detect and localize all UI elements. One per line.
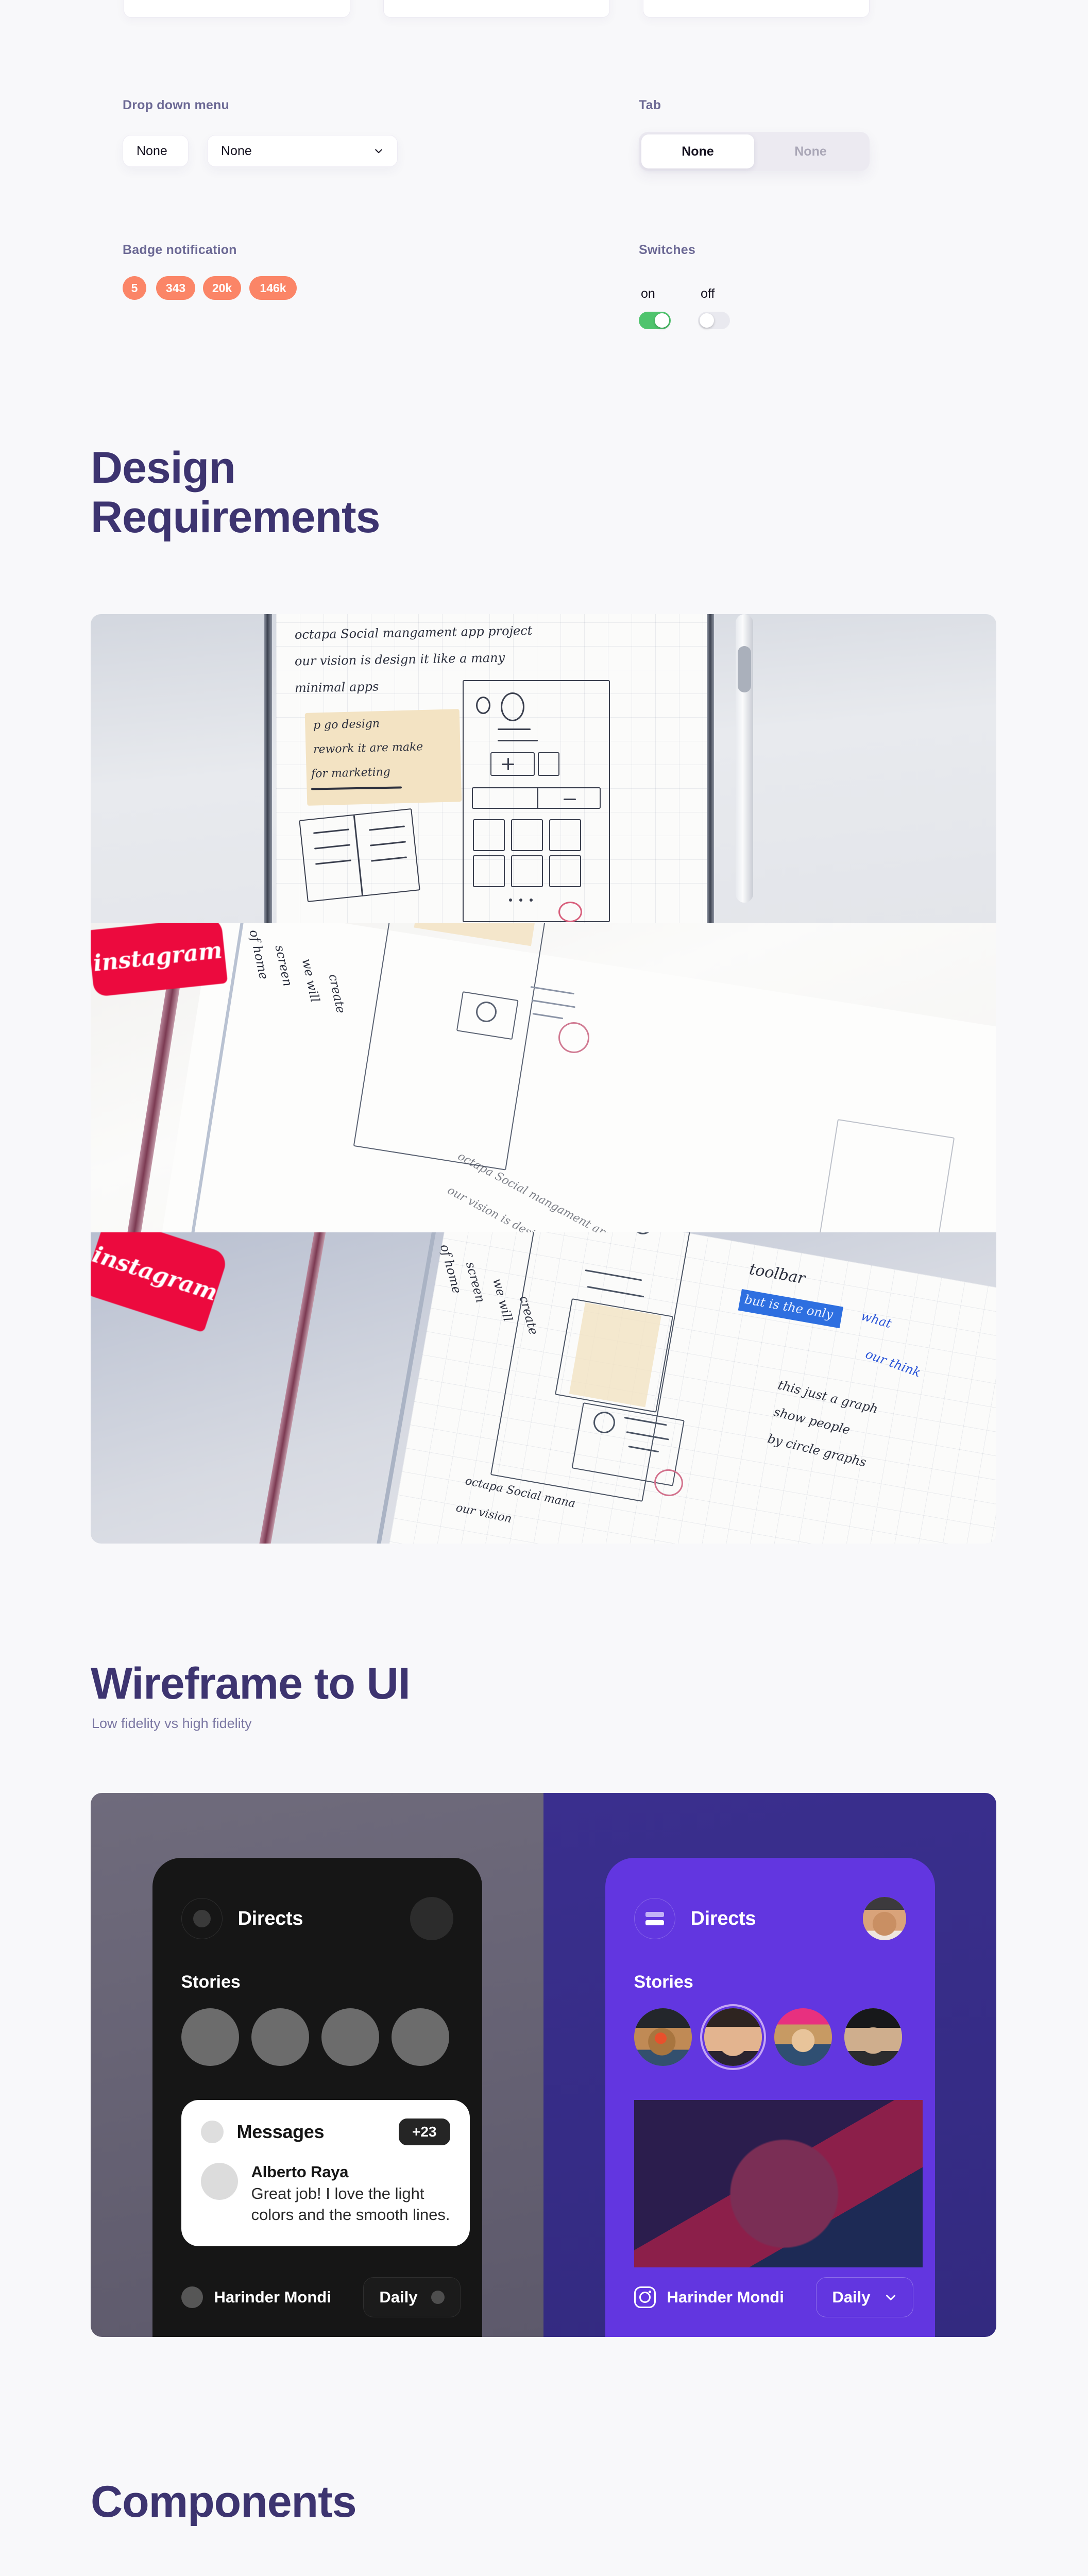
notebook-sketch-angle: of home screen we will create octapa Soc… <box>91 923 996 1232</box>
hifi-screen: Directs Stories Harinder Mondi Daily <box>605 1858 935 2337</box>
hifi-footer-selector[interactable]: Daily <box>816 2277 913 2317</box>
lofi-message-row[interactable]: Alberto Raya Great job! I love the light… <box>200 2163 450 2226</box>
lofi-header: Directs <box>181 1897 453 1940</box>
sticky-note-line: p go design <box>313 717 380 732</box>
dropdown-small[interactable]: None <box>123 135 189 167</box>
lofi-messages-header: Messages +23 <box>200 2119 450 2145</box>
wireframe-to-ui-showcase: Directs Stories Messages +23 Alberto Ray… <box>91 1793 996 2337</box>
story-item[interactable] <box>181 2008 239 2066</box>
dropdown-wide-value: None <box>221 143 252 158</box>
chat-bubble-icon <box>200 2121 224 2143</box>
hifi-stories-list <box>634 2008 914 2066</box>
lofi-message-sender: Alberto Raya <box>251 2163 349 2181</box>
hifi-footer-account: Harinder Mondi <box>667 2288 784 2306</box>
story-item[interactable] <box>634 2008 692 2066</box>
chevron-down-icon <box>375 149 382 154</box>
tab-option-2[interactable]: None <box>754 134 867 168</box>
lofi-screen: Directs Stories Messages +23 Alberto Ray… <box>152 1858 482 2337</box>
sticky-note-line: for marketing <box>311 765 391 781</box>
hifi-message-row[interactable]: Alberto Raya Great job! I love the light… <box>634 2100 923 2267</box>
badge-notification: 20k <box>203 276 241 300</box>
badge-value: 5 <box>131 281 138 295</box>
lofi-footer-selector-value: Daily <box>379 2288 418 2306</box>
lofi-stories-label: Stories <box>181 1972 241 1992</box>
lofi-messages-badge: +23 <box>399 2119 450 2145</box>
lofi-screen-panel: Directs Stories Messages +23 Alberto Ray… <box>91 1793 543 2337</box>
design-requirements-title: Design Requirements <box>91 443 380 543</box>
hamburger-icon[interactable] <box>181 1898 223 1939</box>
tab-option-1[interactable]: None <box>641 134 754 168</box>
phone-field[interactable]: +1Phone number <box>124 0 350 18</box>
badge-notification: 5 <box>123 276 146 300</box>
instagram-icon <box>181 2286 203 2308</box>
hifi-header-title: Directs <box>690 1907 756 1929</box>
hifi-screen-panel: Directs Stories Harinder Mondi Daily <box>543 1793 996 2337</box>
components-title: Components <box>91 2477 357 2527</box>
lofi-footer-account: Harinder Mondi <box>214 2288 331 2306</box>
switch-knob <box>655 313 669 328</box>
dropdown-small-value: None <box>137 143 167 158</box>
lofi-footer: Harinder Mondi Daily <box>181 2277 461 2317</box>
lofi-stories-list <box>181 2008 462 2066</box>
lofi-message-preview: Great job! I love the light colors and t… <box>251 2184 450 2224</box>
switch-off[interactable] <box>698 312 730 329</box>
filled-field[interactable]: Milad <box>643 0 870 18</box>
wireframe-to-ui-subtitle: Low fidelity vs high fidelity <box>92 1716 252 1731</box>
instagram-icon <box>634 2286 656 2308</box>
badge-section-label: Badge notification <box>123 243 237 257</box>
lofi-messages-title: Messages <box>236 2121 325 2142</box>
hifi-footer: Harinder Mondi Daily <box>634 2277 913 2317</box>
lofi-footer-selector[interactable]: Daily <box>363 2277 461 2317</box>
avatar <box>634 2100 923 2267</box>
hifi-stories-label: Stories <box>634 1972 693 1992</box>
story-item[interactable] <box>704 2008 762 2066</box>
hifi-messages-card: Messages +23 Alberto Raya Great job! I l… <box>634 2100 923 2267</box>
lofi-messages-card: Messages +23 Alberto Raya Great job! I l… <box>181 2100 470 2246</box>
tab-section-label: Tab <box>639 98 661 112</box>
lofi-header-title: Directs <box>237 1907 303 1929</box>
tab-option-2-label: None <box>794 144 827 159</box>
badge-notification: 343 <box>156 276 195 300</box>
switch-off-label: off <box>701 286 715 301</box>
dropdown-wide[interactable]: None <box>207 135 398 167</box>
hamburger-icon[interactable] <box>634 1898 675 1939</box>
hifi-header: Directs <box>634 1897 906 1940</box>
switch-section-label: Switches <box>639 243 695 257</box>
hamburger-icon-placeholder <box>193 1910 211 1927</box>
notebook-sketch-overhead: octapa Social mangament app project our … <box>91 614 996 923</box>
avatar[interactable] <box>862 1897 906 1940</box>
chevron-down-icon <box>431 2291 445 2304</box>
name-field[interactable]: Name <box>383 0 610 18</box>
hamburger-icon-bars <box>645 1912 664 1925</box>
hifi-footer-selector-value: Daily <box>832 2288 871 2306</box>
wireframe-to-ui-title: Wireframe to UI <box>91 1659 411 1708</box>
badge-value: 146k <box>260 281 286 295</box>
book-doodle <box>299 808 420 903</box>
handwriting-line: minimal apps <box>294 679 379 696</box>
design-requirements-title-line1: Design <box>91 443 236 493</box>
story-item[interactable] <box>391 2008 449 2066</box>
design-requirements-photos: octapa Social mangament app project our … <box>91 614 996 1544</box>
dropdown-section-label: Drop down menu <box>123 98 229 112</box>
instagram-marker-scrawl: instagram <box>91 1232 229 1333</box>
story-item[interactable] <box>774 2008 832 2066</box>
badge-notification: 146k <box>249 276 297 300</box>
badge-value: 343 <box>165 281 186 295</box>
tab-option-1-label: None <box>682 144 714 159</box>
tab-group: None None <box>639 132 870 171</box>
avatar[interactable] <box>410 1897 453 1940</box>
page-root: +1Phone number Name Milad Drop down menu… <box>0 0 1088 2576</box>
story-item[interactable] <box>844 2008 902 2066</box>
switch-on-label: on <box>641 286 655 301</box>
switch-on[interactable] <box>639 312 671 329</box>
switch-knob <box>700 313 714 328</box>
chevron-down-icon <box>886 2295 895 2300</box>
story-item[interactable] <box>321 2008 379 2066</box>
story-item[interactable] <box>251 2008 309 2066</box>
design-requirements-title-line2: Requirements <box>91 493 380 543</box>
badge-value: 20k <box>212 281 232 295</box>
notebook-sketch-annotated: of home screen we will create toolbar bu… <box>91 1232 996 1544</box>
avatar <box>200 2163 238 2200</box>
